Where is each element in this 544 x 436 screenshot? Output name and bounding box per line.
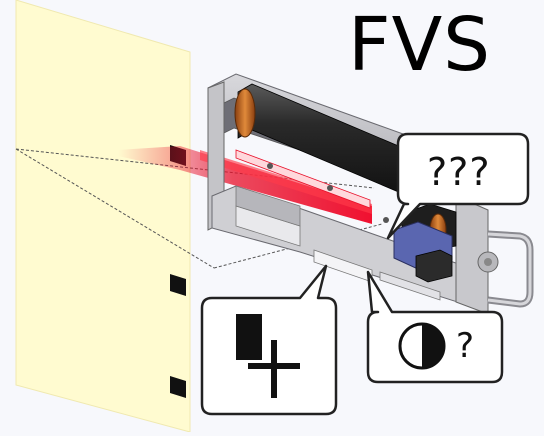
paper-sheet <box>15 0 191 433</box>
half-filled-circle-icon <box>398 322 446 370</box>
callout-unknown-text: ??? <box>427 150 491 194</box>
callout-contrast-text: ? <box>456 326 475 366</box>
diagram-title: FVS <box>348 2 492 88</box>
diagram-canvas: FVS ??? ? <box>0 0 544 433</box>
callout-add-mark <box>200 264 338 416</box>
